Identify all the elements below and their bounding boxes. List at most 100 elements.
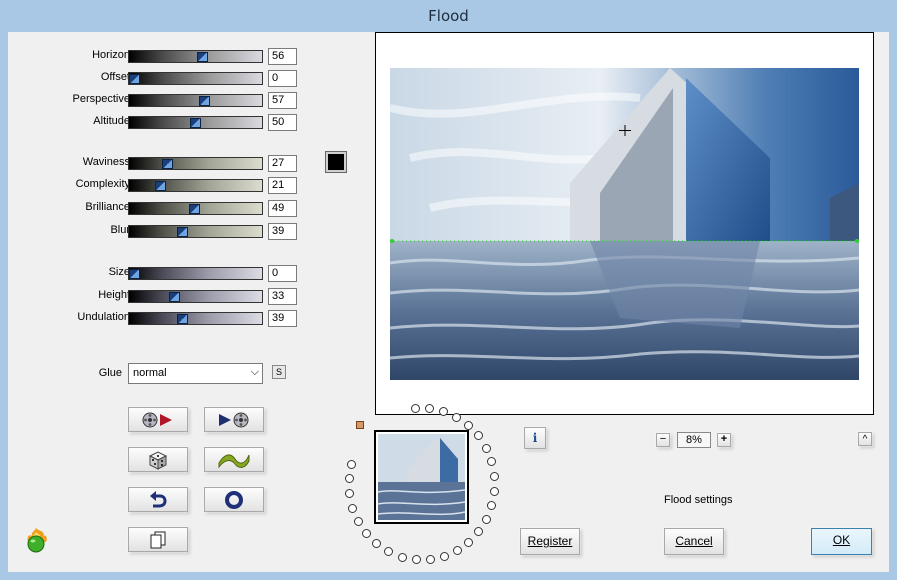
slider-track-height[interactable] [128,290,263,303]
slider-track-undulation[interactable] [128,312,263,325]
slider-value-blur[interactable]: 39 [268,223,297,240]
slider-track-perspective[interactable] [128,94,263,107]
dial-dot[interactable] [474,527,484,537]
wave-preset-button[interactable] [204,447,264,472]
next-preset-button[interactable] [204,407,264,432]
register-label: Register [527,534,573,548]
undo-arrow-icon [150,490,167,507]
slider-row-horizon: Horizon 56 [8,46,308,66]
slider-value-horizon[interactable]: 56 [268,48,297,65]
slider-thumb-horizon[interactable] [197,52,208,62]
dialog-client-area: Horizon 56 Offset 0 Perspective 57 Altitude 50 W… [8,32,889,572]
zoom-out-button[interactable]: − [656,433,670,447]
slider-label-brilliance: Brilliance [85,201,130,213]
slider-value-waviness[interactable]: 27 [268,155,297,172]
slider-row-brilliance: Brilliance 49 [8,198,308,218]
slider-track-blur[interactable] [128,225,263,238]
slider-row-size: Size 0 [8,263,308,283]
zoom-in-button[interactable]: + [717,433,731,447]
preview-image[interactable] [390,68,859,380]
ok-button[interactable]: OK [811,528,872,555]
slider-row-height: Height 33 [8,286,308,306]
dial-dot[interactable] [487,457,497,467]
register-button[interactable]: Register [520,528,580,555]
slider-row-waviness: Waviness 27 [8,153,308,173]
dial-dot[interactable] [490,486,500,496]
slider-track-size[interactable] [128,267,263,280]
dial-dot[interactable] [397,552,407,562]
slider-thumb-undulation[interactable] [177,314,188,324]
dial-dot[interactable] [354,517,364,527]
collapse-panel-button[interactable]: ^ [858,432,872,446]
slider-track-waviness[interactable] [128,157,263,170]
slider-value-altitude[interactable]: 50 [268,114,297,131]
slider-thumb-brilliance[interactable] [189,204,200,214]
slider-thumb-altitude[interactable] [190,118,201,128]
previous-preset-button[interactable] [128,407,188,432]
random-button[interactable] [128,447,188,472]
preview-canvas[interactable] [375,32,874,415]
dial-dot[interactable] [348,503,358,513]
slider-thumb-perspective[interactable] [199,96,210,106]
slider-label-size: Size [108,266,130,278]
window-title: Flood [0,0,897,32]
dial-dot[interactable] [481,443,491,453]
dial-dot[interactable] [452,546,462,556]
slider-value-complexity[interactable]: 21 [268,177,297,194]
chevron-down-icon: ⌵ [250,366,259,378]
dial-dot[interactable] [464,420,474,430]
slider-track-horizon[interactable] [128,50,263,63]
slider-row-complexity: Complexity 21 [8,175,308,195]
undo-button[interactable] [128,487,188,512]
dial-dot[interactable] [362,529,372,539]
dial-dot[interactable] [452,412,462,422]
cancel-label: Cancel [675,534,713,548]
slider-label-undulation: Undulation [77,311,130,323]
dial-dot[interactable] [411,555,421,565]
info-button[interactable]: i [524,427,546,449]
slider-label-horizon: Horizon [92,49,130,61]
cancel-button[interactable]: Cancel [664,528,724,555]
navigator-thumbnail[interactable] [374,430,469,524]
dial-dot[interactable] [487,501,497,511]
dial-dot[interactable] [482,514,492,524]
glue-select[interactable]: normal ⌵ [128,363,263,384]
dial-dot[interactable] [474,431,484,441]
slider-value-perspective[interactable]: 57 [268,92,297,109]
dial-dot[interactable] [384,547,394,557]
slider-row-altitude: Altitude 50 [8,112,308,132]
slider-track-complexity[interactable] [128,179,263,192]
dial-dot[interactable] [372,539,382,549]
slider-value-offset[interactable]: 0 [268,70,297,87]
reset-button[interactable] [204,487,264,512]
slider-thumb-complexity[interactable] [155,181,166,191]
slider-row-perspective: Perspective 57 [8,90,308,110]
dial-dot[interactable] [411,403,421,413]
slider-thumb-offset[interactable] [129,74,140,84]
dial-dot[interactable] [490,471,500,481]
slider-thumb-height[interactable] [169,292,180,302]
flood-color-swatch[interactable] [325,151,347,173]
dial-dot[interactable] [439,551,449,561]
dial-dot[interactable] [464,537,474,547]
slider-track-altitude[interactable] [128,116,263,129]
thumbnail-handle[interactable] [356,421,364,429]
slider-label-perspective: Perspective [72,93,130,105]
glue-select-value: normal [133,367,167,379]
slider-value-undulation[interactable]: 39 [268,310,297,327]
slider-track-brilliance[interactable] [128,202,263,215]
slider-value-height[interactable]: 33 [268,288,297,305]
dial-dot[interactable] [345,489,355,499]
slider-thumb-size[interactable] [129,269,140,279]
dial-dot[interactable] [346,459,356,469]
slider-track-offset[interactable] [128,72,263,85]
copy-button[interactable] [128,527,188,552]
slider-label-offset: Offset [100,71,130,83]
slider-thumb-blur[interactable] [177,227,188,237]
glue-s-button[interactable]: S [272,365,286,379]
slider-value-brilliance[interactable]: 49 [268,200,297,217]
slider-thumb-waviness[interactable] [162,159,173,169]
slider-value-size[interactable]: 0 [268,265,297,282]
dial-dot[interactable] [344,474,354,484]
dial-dot[interactable] [425,555,435,564]
